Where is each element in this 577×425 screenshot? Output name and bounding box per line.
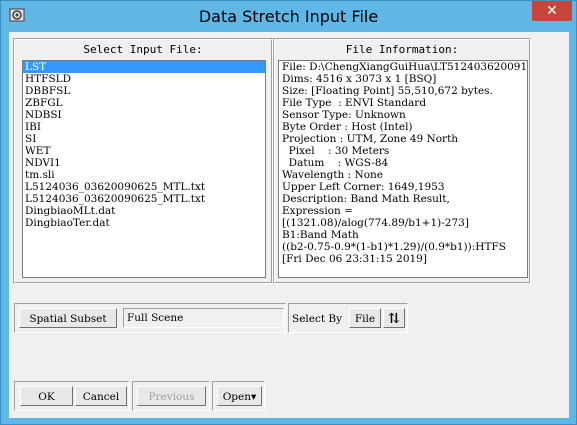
file-info-line: Description: Band Math Result, [282,193,450,205]
ok-cancel-group: OK Cancel [14,381,129,411]
file-list-item[interactable]: SI [23,133,265,145]
sort-arrows-icon: ⇅ [388,311,400,327]
file-list-item[interactable]: NDVI1 [23,157,265,169]
file-list-item[interactable]: HTFSLD [23,73,265,85]
file-info-line: Pixel : 30 Meters [282,145,390,157]
file-info-line: B1:Band Math [282,229,359,241]
file-list-item[interactable]: IBI [23,121,265,133]
select-by-label: Select By [292,313,343,325]
title-bar[interactable]: Data Stretch Input File ✕ [1,1,576,32]
file-list-item[interactable]: DBBFSL [23,85,265,97]
window-title: Data Stretch Input File [198,7,379,26]
file-info-label: File Information: [345,43,459,56]
file-list-item[interactable]: DingbiaoTer.dat [23,217,265,229]
file-list-item[interactable]: ZBFGL [23,97,265,109]
file-info-line: Size: [Floating Point] 55,510,672 bytes. [282,85,493,97]
close-button[interactable]: ✕ [532,1,572,21]
previous-group: Previous [132,381,210,411]
file-list[interactable]: LST HTFSLD DBBFSL ZBFGL NDBSI IBI SI WET NDVI1 tm… [22,60,266,278]
file-info-line: Wavelength : None [282,169,384,181]
file-info-line: Upper Left Corner: 1649,1953 [282,181,445,193]
file-list-item[interactable]: NDBSI [23,109,265,121]
file-info-line: File: D:\ChengXiangGuiHua\LT512403620091… [282,61,528,73]
file-info-line: Dims: 4516 x 3073 x 1 [BSQ] [282,73,437,85]
file-info-line: Byte Order : Host (Intel) [282,121,413,133]
open-group: Open▾ [212,381,265,411]
file-list-item[interactable]: WET [23,145,265,157]
dropdown-arrow-icon: ▾ [251,391,257,403]
close-icon: ✕ [546,3,558,19]
cancel-button[interactable]: Cancel [75,386,127,406]
file-info-line: Expression = [282,205,353,217]
sort-toggle-button[interactable]: ⇅ [383,308,405,328]
select-input-label: Select Input File: [83,43,203,56]
dialog-window: Data Stretch Input File ✕ Select Input F… [0,0,577,425]
file-info-line: [Fri Dec 06 23:31:15 2019] [282,253,427,265]
file-list-item[interactable]: LST [23,61,265,73]
file-info-panel: File Information: File: D:\ChengXiangGui… [273,38,531,284]
file-info-line: Datum : WGS-84 [282,157,389,169]
open-label: Open [222,391,252,403]
file-info-text: File: D:\ChengXiangGuiHua\LT512403620091… [278,60,528,278]
file-info-line: File Type : ENVI Standard [282,97,427,109]
file-info-line: [(1321.08)/alog(774.89/b1+1)-273] [282,217,469,229]
file-list-item[interactable]: L5124036_03620090625_MTL.txt [23,181,265,193]
file-list-item[interactable]: DingbiaoMLt.dat [23,205,265,217]
select-by-file-button[interactable]: File [349,308,381,328]
ok-button[interactable]: OK [20,386,73,406]
subset-value-field: Full Scene [123,308,284,328]
file-info-line: ((b2-0.75-0.9*(1-b1)*1.29)/(0.9*b1)):HTF… [282,241,506,253]
spatial-subset-group: Spatial Subset Full Scene [14,303,286,333]
previous-button[interactable]: Previous [137,386,206,406]
file-info-line: Sensor Type: Unknown [282,109,406,121]
dialog-body: Select Input File: LST HTFSLD DBBFSL ZBFGL N… [9,32,569,418]
spatial-subset-button[interactable]: Spatial Subset [19,308,117,328]
select-by-group: Select By File ⇅ [288,303,408,333]
select-input-panel: Select Input File: LST HTFSLD DBBFSL ZBFGL N… [13,38,273,284]
file-list-item[interactable]: tm.sli [23,169,265,181]
file-list-item[interactable]: L5124036_03620090625_MTL.txt [23,193,265,205]
file-info-line: Projection : UTM, Zone 49 North [282,133,459,145]
open-button[interactable]: Open▾ [217,386,262,406]
